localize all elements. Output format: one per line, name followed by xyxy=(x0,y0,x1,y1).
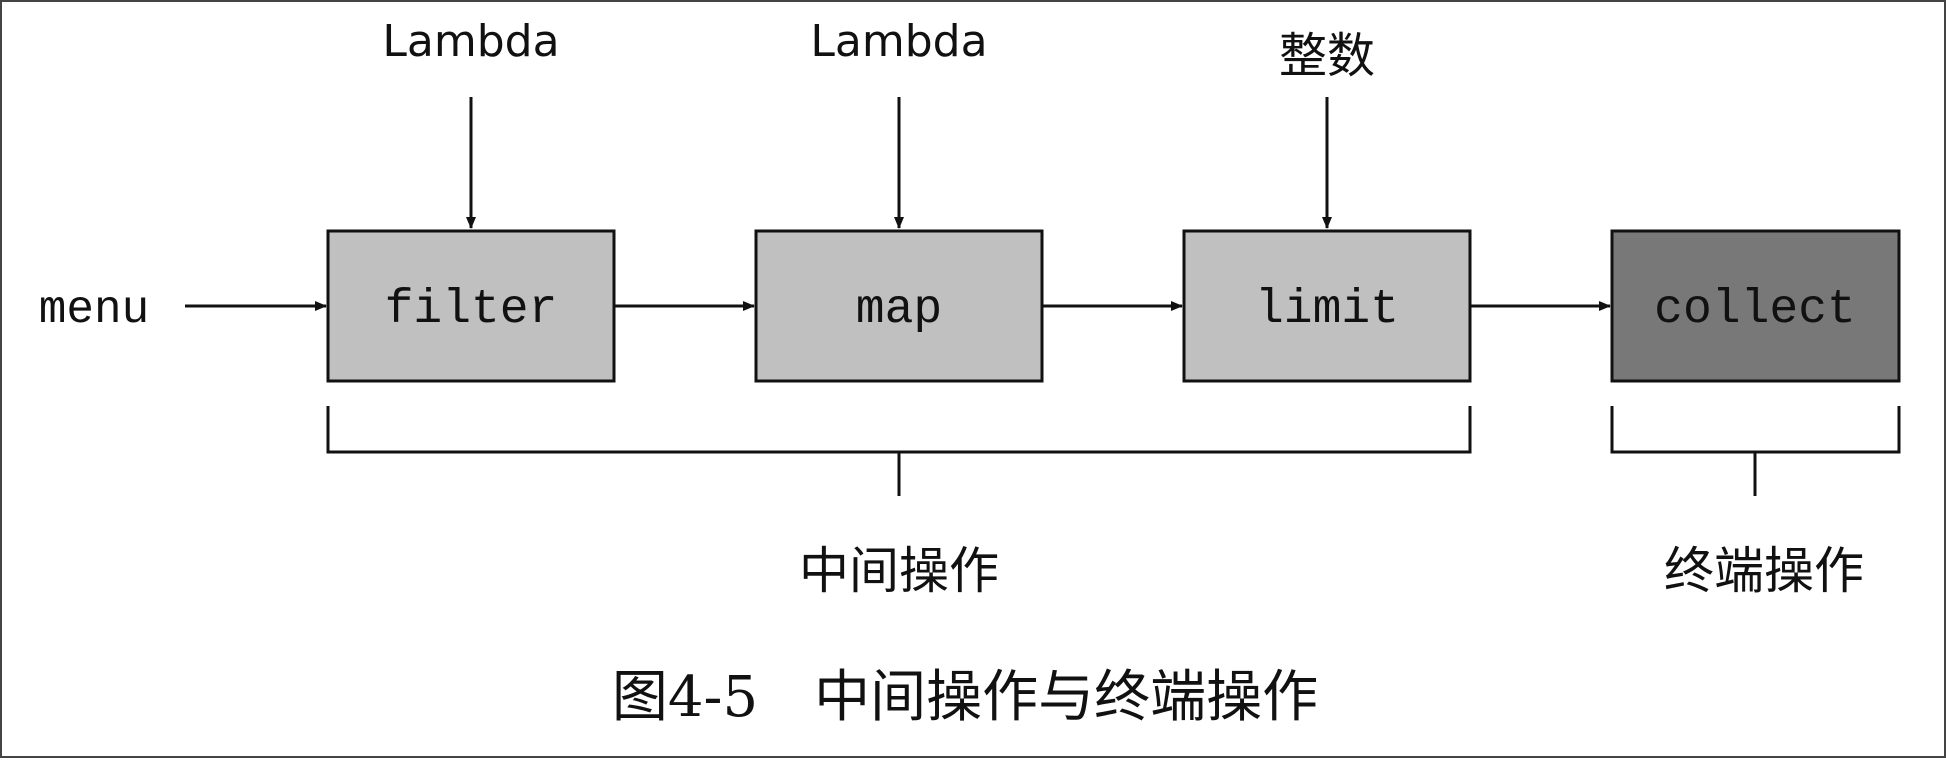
operation-label-collect: collect xyxy=(1654,283,1856,337)
operation-box-collect: collect xyxy=(1610,229,1901,383)
operation-label-limit: limit xyxy=(1255,283,1399,337)
operation-label-filter: filter xyxy=(385,283,558,337)
operation-label-map: map xyxy=(856,283,942,337)
input-label-map: Lambda xyxy=(810,16,987,67)
source-label: menu xyxy=(39,284,149,336)
intermediate-group-label: 中间操作 xyxy=(799,542,999,600)
intermediate-bracket xyxy=(326,406,1472,496)
figure-caption: 图4-5 中间操作与终端操作 xyxy=(612,665,1318,730)
input-label-filter: Lambda xyxy=(382,16,559,67)
diagram-canvas: Lambda Lambda 整数 menu filter map limit c… xyxy=(0,0,1946,758)
stream-pipeline-diagram: Lambda Lambda 整数 menu filter map limit c… xyxy=(0,0,1946,758)
terminal-group-label: 终端操作 xyxy=(1664,542,1864,600)
input-label-limit: 整数 xyxy=(1279,28,1375,84)
operation-box-map: map xyxy=(754,229,1044,383)
operation-box-limit: limit xyxy=(1182,229,1472,383)
terminal-bracket xyxy=(1610,406,1901,496)
operation-box-filter: filter xyxy=(326,229,616,383)
